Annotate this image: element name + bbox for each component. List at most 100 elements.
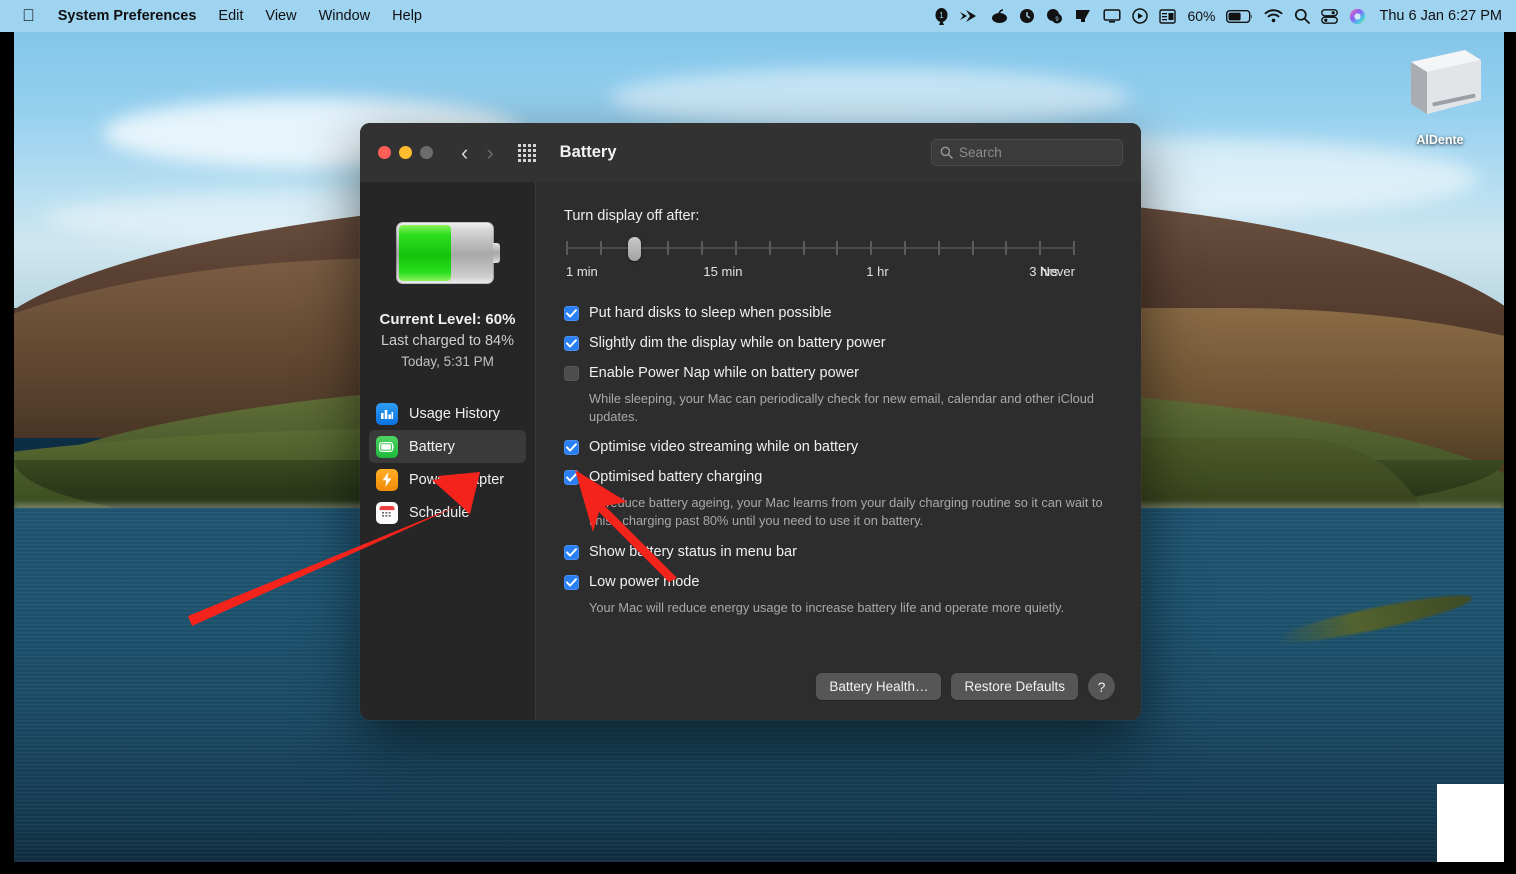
slider-tick [836, 241, 839, 255]
option-label: Show battery status in menu bar [589, 543, 797, 560]
minimise-button[interactable] [399, 146, 412, 159]
svg-text:1: 1 [940, 11, 945, 20]
bartender-icon[interactable]: 9 [1046, 6, 1063, 26]
option-label: Optimise video streaming while on batter… [589, 439, 859, 456]
screen-icon[interactable] [1103, 6, 1122, 26]
chevron-right-icon[interactable]: › [486, 141, 493, 164]
control-center-icon[interactable] [1321, 6, 1339, 26]
option-checkbox[interactable] [564, 306, 579, 321]
option-row[interactable]: Slightly dim the display while on batter… [564, 334, 1115, 353]
navigation-buttons: ‹ › [461, 141, 494, 164]
slider-thumb[interactable] [628, 237, 642, 261]
option-label: Put hard disks to sleep when possible [589, 305, 832, 321]
news-reader-icon[interactable] [1159, 6, 1177, 26]
close-button[interactable] [378, 146, 391, 159]
menu-item-view[interactable]: View [254, 8, 307, 24]
option-row[interactable]: Optimised battery charging [564, 468, 1115, 487]
slider-tick-label: 15 min [703, 264, 743, 279]
menu-item-edit[interactable]: Edit [207, 8, 254, 24]
calendar-icon [376, 501, 398, 524]
menu-item-system-preferences[interactable]: System Preferences [47, 8, 208, 24]
option-row[interactable]: Low power mode [564, 573, 1115, 592]
refresh-circle-icon[interactable] [1019, 6, 1035, 26]
cloud [610, 68, 1130, 128]
option-description: To reduce battery ageing, your Mac learn… [589, 495, 1103, 529]
option-checkbox[interactable] [564, 366, 579, 381]
spotlight-search-icon[interactable] [1294, 6, 1311, 26]
siri-icon[interactable] [1349, 6, 1366, 26]
option-row[interactable]: Enable Power Nap while on battery power [564, 364, 1115, 383]
display-sleep-slider[interactable]: 1 min 15 min 1 hr 3 hrs Never [566, 237, 1075, 282]
search-placeholder: Search [959, 145, 1002, 160]
battery-stats: Current Level: 60% Last charged to 84% T… [380, 310, 516, 371]
menu-bar:  System Preferences Edit View Window He… [0, 0, 1516, 32]
sidebar: Current Level: 60% Last charged to 84% T… [360, 182, 536, 720]
slider-tick [971, 241, 974, 255]
sidebar-item-label: Battery [409, 438, 455, 455]
option-description: While sleeping, your Mac can periodicall… [589, 391, 1095, 425]
zoom-button[interactable] [420, 146, 433, 159]
battery-health-button[interactable]: Battery Health… [816, 673, 942, 700]
option-row[interactable]: Put hard disks to sleep when possible [564, 304, 1115, 323]
show-all-grid-icon[interactable] [517, 143, 536, 162]
onepassword-icon[interactable]: 1 [934, 6, 949, 26]
menu-bar-clock[interactable]: Thu 6 Jan 6:27 PM [1377, 8, 1502, 24]
menu-item-help[interactable]: Help [381, 8, 433, 24]
slider-tick [904, 241, 906, 255]
sidebar-item-battery[interactable]: Battery [369, 430, 526, 464]
option-checkbox[interactable] [564, 574, 579, 590]
chevron-left-icon[interactable]: ‹ [461, 141, 468, 164]
slider-labels: 1 min 15 min 1 hr 3 hrs Never [566, 264, 1075, 282]
sidebar-item-label: Power Adapter [409, 471, 505, 488]
option-description: Your Mac will reduce energy usage to inc… [589, 599, 1065, 615]
slider-tick [937, 241, 940, 255]
apple-logo-icon[interactable]:  [16, 7, 47, 26]
system-preferences-window: ‹ › Battery Search Current Level: 60% La… [360, 123, 1141, 720]
slider-tick [735, 241, 737, 255]
slider-tick [701, 241, 704, 255]
sidebar-item-power-adapter[interactable]: Power Adapter [369, 463, 526, 496]
battery-status-icon[interactable] [1226, 6, 1253, 26]
play-circle-icon[interactable] [1132, 6, 1149, 26]
option-label: Optimised battery charging [589, 469, 763, 486]
last-charged-time-label: Today, 5:31 PM [401, 353, 494, 369]
battery-body [395, 222, 494, 284]
sidebar-item-label: Usage History [409, 405, 501, 422]
battery-fill [398, 225, 451, 281]
restore-defaults-button[interactable]: Restore Defaults [951, 673, 1078, 700]
battery-terminal [492, 243, 500, 263]
sidebar-item-label: Schedule [409, 504, 470, 521]
slider-tick [1039, 241, 1042, 255]
window-titlebar: ‹ › Battery Search [360, 123, 1141, 182]
sidebar-list: Usage History Battery Power Adapter Sche… [360, 397, 535, 529]
option-label: Low power mode [589, 573, 700, 590]
option-row[interactable]: Optimise video streaming while on batter… [564, 438, 1115, 457]
help-button[interactable]: ? [1088, 673, 1115, 700]
option-checkbox[interactable] [564, 336, 579, 351]
wifi-icon[interactable] [1264, 6, 1283, 26]
forward-arrows-icon[interactable] [960, 6, 980, 26]
menu-bar-left:  System Preferences Edit View Window He… [0, 7, 433, 26]
slider-tick [802, 241, 805, 255]
option-checkbox[interactable] [564, 470, 579, 486]
desktop-icon-aldente[interactable]: AlDente [1385, 44, 1495, 147]
menu-item-window[interactable]: Window [308, 8, 382, 24]
traffic-lights [378, 146, 433, 159]
last-charged-label: Last charged to 84% [380, 333, 514, 350]
slider-tick-label: Never [1040, 264, 1075, 279]
magnifier-icon [940, 146, 953, 159]
slider-tick-label: 1 hr [866, 264, 889, 279]
battery-percent-label[interactable]: 60% [1187, 8, 1215, 24]
option-checkbox[interactable] [564, 544, 579, 560]
sidebar-item-usage-history[interactable]: Usage History [369, 397, 526, 430]
sidebar-item-schedule[interactable]: Schedule [369, 496, 526, 529]
slider-line [566, 247, 1075, 249]
option-checkbox[interactable] [564, 440, 579, 456]
coconut-battery-icon[interactable] [991, 6, 1008, 26]
display-tilt-icon[interactable] [1074, 6, 1092, 26]
slider-track[interactable] [566, 237, 1075, 261]
option-row[interactable]: Show battery status in menu bar [564, 543, 1115, 562]
lightning-bolt-icon [376, 468, 398, 491]
screen:  System Preferences Edit View Window He… [0, 0, 1516, 874]
search-field[interactable]: Search [931, 139, 1123, 166]
